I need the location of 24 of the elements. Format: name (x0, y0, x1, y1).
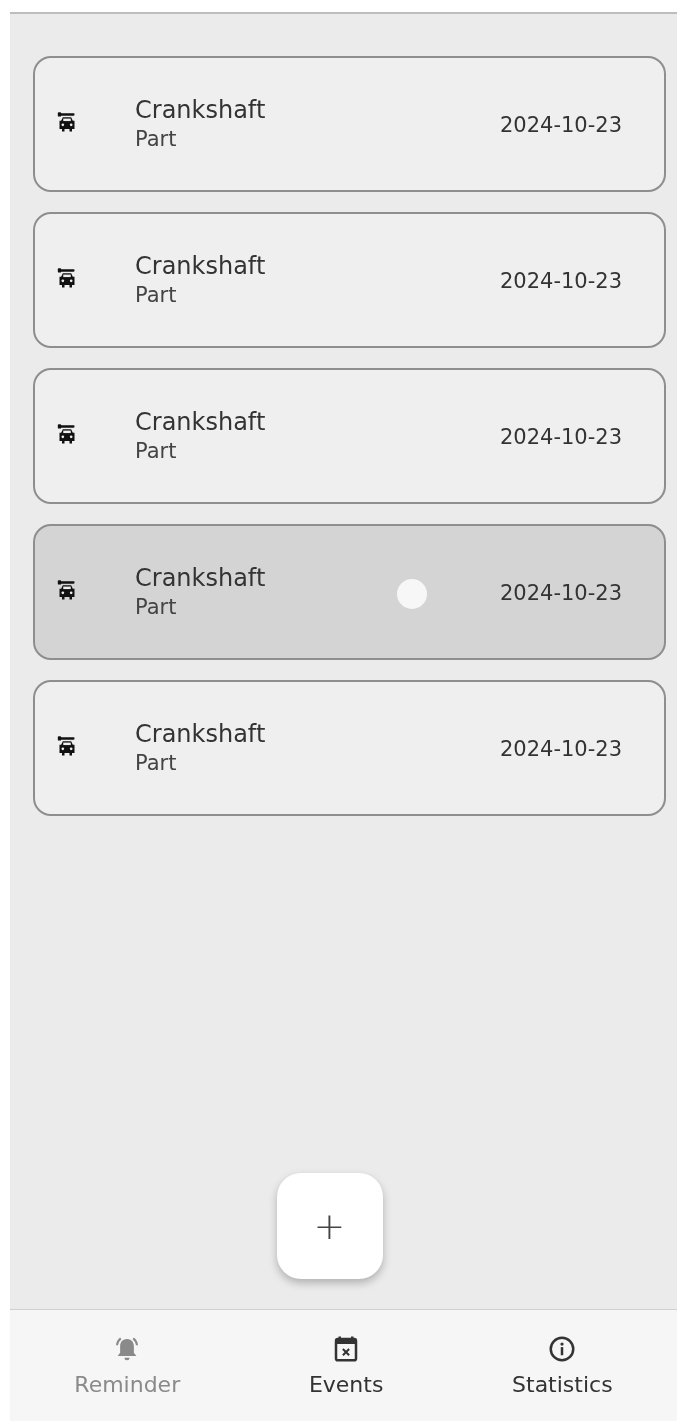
item-date: 2024-10-23 (499, 425, 622, 449)
list-item-card[interactable]: Crankshaft Part 2024-10-23 (33, 56, 666, 192)
item-type: Part (135, 750, 177, 777)
item-date: 2024-10-23 (499, 269, 622, 293)
item-title: Crankshaft (135, 407, 266, 437)
item-title: Crankshaft (135, 95, 266, 125)
add-button[interactable]: + (276, 1173, 383, 1279)
item-type: Part (135, 282, 177, 309)
list-item-card[interactable]: Crankshaft Part 2024-10-23 (33, 212, 666, 348)
list-item-card[interactable]: Crankshaft Part 2024-10-23 (33, 524, 666, 660)
nav-tab[interactable]: Statistics (506, 1334, 619, 1397)
list-item-card[interactable]: Crankshaft Part 2024-10-23 (33, 368, 666, 504)
item-type: Part (135, 438, 177, 465)
item-title: Crankshaft (135, 719, 266, 749)
item-date: 2024-10-23 (499, 581, 622, 605)
item-title: Crankshaft (135, 251, 266, 281)
item-date: 2024-10-23 (499, 113, 622, 137)
item-type: Part (135, 594, 177, 621)
touch-ripple (397, 579, 427, 609)
item-date: 2024-10-23 (499, 737, 622, 761)
nav-tab[interactable]: Events (302, 1334, 390, 1397)
item-type: Part (135, 126, 177, 153)
list-item-card[interactable]: Crankshaft Part 2024-10-23 (33, 680, 666, 816)
item-title: Crankshaft (135, 563, 266, 593)
